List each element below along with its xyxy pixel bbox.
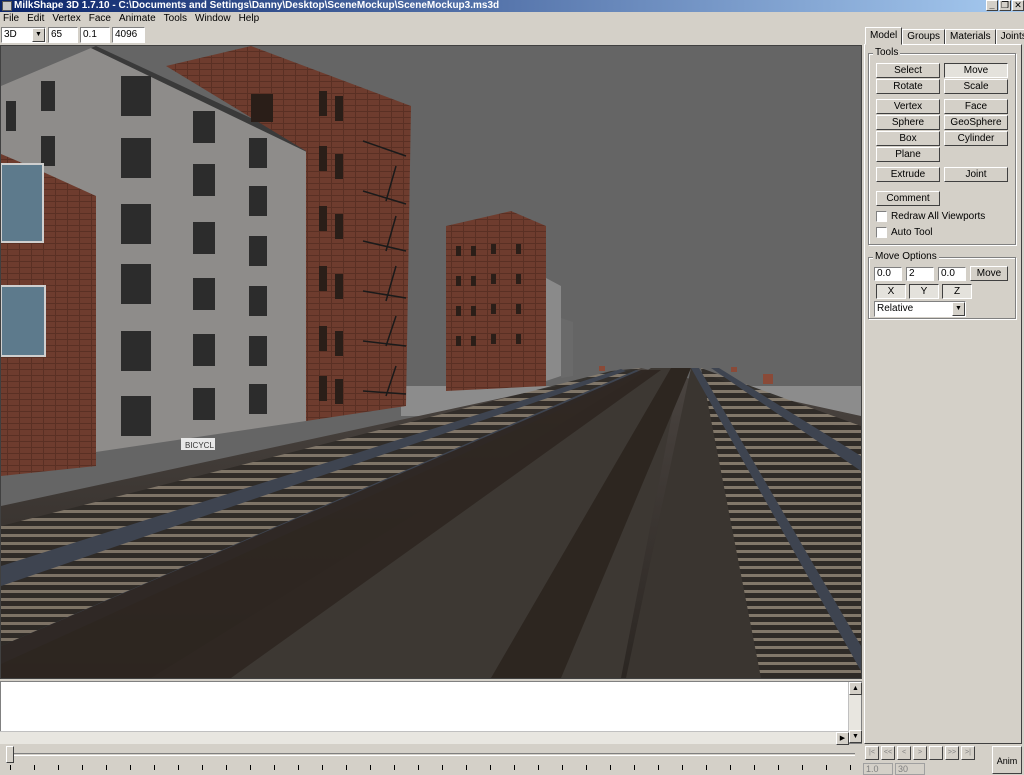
animation-timeline[interactable] [0,745,862,775]
first-frame-button[interactable]: |< [865,746,879,760]
tab-model[interactable]: Model [865,27,903,45]
move-mode-value: Relative [877,303,914,314]
menu-edit[interactable]: Edit [27,12,49,26]
model-tab-body: Tools Select Move Rotate Scale Vertex Fa… [864,44,1022,744]
select-tool-button[interactable]: Select [876,63,940,78]
tab-joints[interactable]: Joints [995,29,1024,45]
joint-tool-button[interactable]: Joint [944,167,1008,182]
next-keyframe-button[interactable]: >> [945,746,959,760]
prev-keyframe-button[interactable]: << [881,746,895,760]
timeline-thumb[interactable] [6,746,14,763]
anim-mode-button[interactable]: Anim [992,746,1022,774]
checkbox-box[interactable] [876,226,887,238]
auto-tool-checkbox[interactable]: Auto Tool [876,225,933,239]
rotate-tool-button[interactable]: Rotate [876,79,940,94]
sphere-tool-button[interactable]: Sphere [876,115,940,130]
tab-groups[interactable]: Groups [902,29,946,45]
window-controls: _ ❐ ✕ [986,0,1024,12]
box-tool-button[interactable]: Box [876,131,940,146]
menu-help[interactable]: Help [239,12,265,26]
start-frame-field[interactable]: 1.0 [863,763,893,775]
auto-tool-label: Auto Tool [891,226,933,238]
scene-render: BICYCL [1,46,861,678]
tools-group-label: Tools [873,47,901,59]
redraw-all-viewports-label: Redraw All Viewports [891,210,986,222]
face-tool-button[interactable]: Face [944,99,1008,114]
tool-panel: Model Groups Materials Joints Tools Sele… [862,26,1024,745]
field-of-view-input[interactable]: 65 [48,27,78,43]
menu-file[interactable]: File [3,12,24,26]
title-bar: MilkShape 3D 1.7.10 - C:\Documents and S… [0,0,1024,12]
window-title: MilkShape 3D 1.7.10 - C:\Documents and S… [14,0,500,11]
next-frame-button[interactable]: > [913,746,927,760]
scale-tool-button[interactable]: Scale [944,79,1008,94]
end-frame-field[interactable]: 30 [895,763,925,775]
far-clip-input[interactable]: 4096 [112,27,145,43]
menu-tools[interactable]: Tools [164,12,192,26]
move-y-input[interactable]: 2 [906,267,934,281]
panel-tabs: Model Groups Materials Joints [865,27,1024,45]
menu-window[interactable]: Window [195,12,236,26]
vertex-tool-button[interactable]: Vertex [876,99,940,114]
log-horizontal-scrollbar[interactable]: ▶ [0,731,849,745]
comment-button[interactable]: Comment [876,191,940,206]
y-axis-toggle[interactable]: Y [909,284,939,299]
tools-group: Tools Select Move Rotate Scale Vertex Fa… [868,47,1016,245]
move-z-input[interactable]: 0.0 [938,267,966,281]
timeline-ticks [10,765,855,770]
menu-animate[interactable]: Animate [119,12,161,26]
menu-vertex[interactable]: Vertex [52,12,85,26]
cylinder-tool-button[interactable]: Cylinder [944,131,1008,146]
scroll-right-arrow-icon[interactable]: ▶ [836,732,849,745]
extrude-tool-button[interactable]: Extrude [876,167,940,182]
close-button[interactable]: ✕ [1012,0,1024,11]
menu-face[interactable]: Face [89,12,116,26]
x-axis-toggle[interactable]: X [876,284,906,299]
viewport-toolbar: 3D ▼ 65 0.1 4096 [0,27,145,44]
chevron-down-icon[interactable]: ▼ [952,302,965,316]
app-icon [2,1,12,11]
chevron-down-icon[interactable]: ▼ [32,28,45,42]
restore-button[interactable]: ❐ [999,0,1011,11]
move-options-label: Move Options [873,251,939,263]
view-mode-value: 3D [4,29,17,40]
move-options-group: Move Options 0.0 2 0.0 Move X Y Z Relati… [868,251,1016,319]
timeline-track [10,753,855,756]
checkbox-box[interactable] [876,210,887,222]
scroll-down-arrow-icon[interactable]: ▼ [849,730,862,743]
view-mode-select[interactable]: 3D ▼ [1,27,46,43]
move-mode-select[interactable]: Relative ▼ [874,301,966,317]
bicycle-sign-text: BICYCL [185,441,214,450]
menu-bar: File Edit Vertex Face Animate Tools Wind… [0,12,1024,26]
prev-frame-button[interactable]: < [897,746,911,760]
plane-tool-button[interactable]: Plane [876,147,940,162]
move-tool-button[interactable]: Move [944,63,1008,78]
geosphere-tool-button[interactable]: GeoSphere [944,115,1008,130]
log-vertical-scrollbar[interactable]: ▲ ▼ [848,682,862,743]
z-axis-toggle[interactable]: Z [942,284,972,299]
scroll-up-arrow-icon[interactable]: ▲ [849,682,862,695]
animation-controls: |< << < > >> >| 1.0 30 [862,745,997,775]
move-x-input[interactable]: 0.0 [874,267,902,281]
far-brick-building [446,211,546,391]
last-frame-button[interactable]: >| [961,746,975,760]
minimize-button[interactable]: _ [986,0,998,11]
tab-materials[interactable]: Materials [945,29,996,45]
near-clip-input[interactable]: 0.1 [80,27,110,43]
redraw-all-viewports-checkbox[interactable]: Redraw All Viewports [876,209,985,223]
3d-viewport[interactable]: BICYCL [0,45,862,679]
move-apply-button[interactable]: Move [970,266,1008,281]
play-button[interactable] [929,746,943,760]
